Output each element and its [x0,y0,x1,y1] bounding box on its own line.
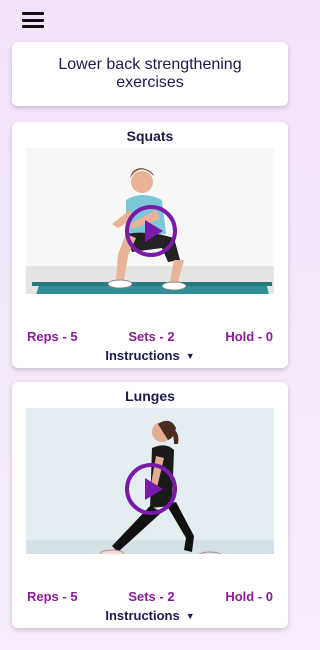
top-bar [0,0,300,40]
exercise-card-squats: Squats Reps - 5 Sets - 2 Hold - 0 Instru… [12,122,288,368]
page-title: Lower back strengthening exercises [58,56,242,91]
sets-count: Sets - 2 [128,589,175,604]
hamburger-menu-icon[interactable] [22,12,44,28]
reps-count: Reps - 5 [27,329,78,344]
exercise-stats: Reps - 5 Sets - 2 Hold - 0 [27,329,273,344]
instructions-toggle[interactable]: Instructions ▼ [12,348,288,363]
play-button-icon[interactable] [124,462,178,516]
hold-duration: Hold - 0 [225,589,273,604]
exercise-video-thumbnail[interactable] [26,408,274,554]
caret-down-icon: ▼ [185,611,195,621]
reps-count: Reps - 5 [27,589,78,604]
play-button-icon[interactable] [124,204,178,258]
hold-duration: Hold - 0 [225,329,273,344]
page-title-card: Lower back strengthening exercises [12,42,288,106]
instructions-label: Instructions [105,348,180,363]
exercise-card-lunges: Lunges Reps - 5 Sets - 2 Hold - 0 Instru… [12,382,288,628]
exercise-name: Lunges [125,388,175,404]
sets-count: Sets - 2 [128,329,175,344]
exercise-video-thumbnail[interactable] [26,148,274,294]
instructions-label: Instructions [105,608,180,623]
exercise-stats: Reps - 5 Sets - 2 Hold - 0 [27,589,273,604]
exercise-name: Squats [126,128,174,144]
instructions-toggle[interactable]: Instructions ▼ [12,608,288,623]
caret-down-icon: ▼ [185,351,195,361]
